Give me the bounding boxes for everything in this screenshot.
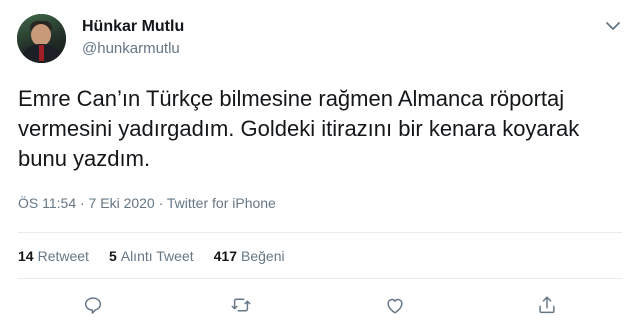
quote-count: 5 [108,248,117,264]
like-label: Beğeni [241,248,285,264]
divider [18,278,622,279]
heart-icon [387,298,403,314]
profile-avatar[interactable] [17,14,66,63]
avatar-tie [39,45,44,61]
retweet-stat[interactable]: 14 Retweet [18,248,89,264]
avatar-face [31,24,51,46]
tweet-text: Emre Can’ın Türkçe bilmesine rağmen Alma… [18,86,580,171]
retweet-label: Retweet [37,248,89,264]
user-handle[interactable]: @hunkarmutlu [82,40,180,57]
retweet-icon [231,298,251,312]
share-button[interactable] [534,292,560,318]
display-name[interactable]: Hünkar Mutlu [82,18,184,36]
tweet-actions [0,292,640,324]
chevron-down-icon[interactable] [604,19,622,31]
like-count: 417 [213,248,237,264]
tweet-timestamp[interactable]: ÖS 11:54 · 7 Eki 2020 · Twitter for iPho… [18,195,276,211]
share-icon [539,296,555,314]
retweet-button[interactable] [228,292,254,318]
divider [18,232,622,233]
like-button[interactable] [382,292,408,318]
reply-button[interactable] [80,292,106,318]
retweet-count: 14 [18,248,34,264]
tweet-stats: 14 Retweet 5 Alıntı Tweet 417 Beğeni [18,248,305,264]
quote-stat[interactable]: 5 Alıntı Tweet [109,248,194,264]
like-stat[interactable]: 417 Beğeni [214,248,285,264]
quote-label: Alıntı Tweet [120,248,194,264]
reply-icon [84,297,102,314]
